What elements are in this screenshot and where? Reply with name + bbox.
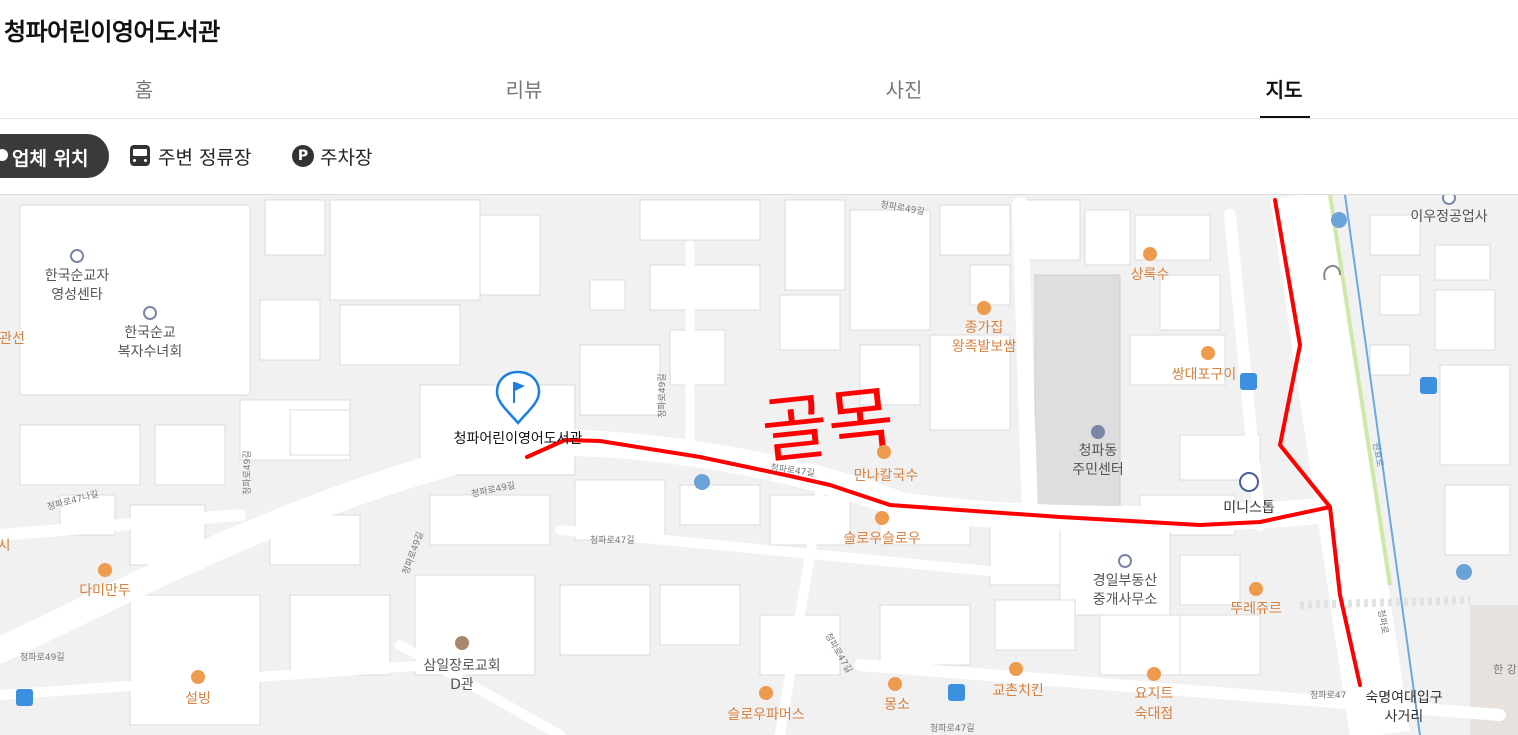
- restaurant-icon: [1009, 662, 1023, 676]
- location-filter-label: 업체 위치: [12, 148, 89, 170]
- poi-label: 쌍대포구이: [1172, 367, 1236, 383]
- cafe-icon: [1147, 667, 1161, 681]
- bus-stop-icon: [1240, 373, 1257, 390]
- parking-map-icon: [1456, 564, 1472, 580]
- parking-filter-button[interactable]: 주차장: [320, 143, 372, 170]
- location-pin-icon: [0, 149, 8, 161]
- bus-icon: [130, 145, 150, 166]
- road-label: 청파로47길: [930, 723, 975, 734]
- road-label: 청파로47: [1310, 690, 1346, 701]
- poi-label: 이우정공업사: [1410, 209, 1487, 225]
- road-label: 청파로49길: [242, 450, 253, 495]
- parking-icon: P: [292, 145, 314, 167]
- poi-label: 종가집: [965, 320, 1004, 336]
- poi-label: 만나칼국수: [854, 468, 919, 484]
- poi-label: 복자수녀회: [118, 344, 182, 360]
- poi-label: 슬로우슬로우: [843, 531, 920, 547]
- public-office-icon: [1091, 425, 1105, 439]
- poi-label: 몽소: [884, 697, 910, 713]
- poi-label: 설빙: [185, 691, 211, 707]
- place-icon: [1442, 195, 1456, 205]
- poi-label: 상록수: [1131, 267, 1170, 283]
- map-filter-bar: 업체 위치 주변 정류장 P 주차장: [0, 119, 1518, 195]
- tab-bar: 홈 리뷰 사진 지도: [0, 62, 1518, 119]
- restaurant-icon: [1143, 247, 1157, 261]
- restaurant-icon: [977, 301, 991, 315]
- poi-label: 슬로우파머스: [727, 707, 804, 723]
- poi-label: 숙명여대입구: [1365, 690, 1442, 706]
- road-label: 청파로49길: [20, 652, 65, 663]
- annotation-alley: 골목: [758, 377, 899, 474]
- poi-label: 사거리: [1385, 709, 1424, 725]
- parking-map-icon: [1331, 212, 1347, 228]
- poi-label: 요지트: [1135, 686, 1174, 702]
- bus-stop-icon: [16, 689, 33, 706]
- poi-label: 청파동: [1079, 443, 1118, 459]
- place-title: 청파어린이영어도서관: [4, 18, 220, 46]
- place-icon: [70, 249, 84, 263]
- restaurant-icon: [1201, 346, 1215, 360]
- poi-label: 왕족발보쌈: [952, 339, 1017, 355]
- poi-label: 중개사무소: [1093, 592, 1158, 608]
- poi-label: 다미만두: [79, 583, 131, 599]
- poi-label: 주민센터: [1072, 462, 1124, 478]
- tab-map[interactable]: 지도: [1244, 74, 1324, 103]
- road-label: 청파로47길: [590, 535, 635, 546]
- poi-label: 시: [0, 538, 10, 554]
- tab-photos[interactable]: 사진: [864, 74, 944, 103]
- bus-stops-filter-button[interactable]: 주변 정류장: [158, 143, 251, 170]
- place-icon: [1118, 554, 1132, 568]
- poi-label: D관: [450, 677, 474, 693]
- store-icon: [1239, 472, 1259, 492]
- main-road: [1270, 195, 1410, 735]
- poi-label: 숙대점: [1135, 706, 1174, 722]
- poi-label: 미니스톱: [1223, 500, 1275, 516]
- bus-stop-icon: [1420, 377, 1437, 394]
- poi-label: 삼일장로교회: [423, 658, 500, 674]
- poi-label: 관선: [0, 331, 25, 347]
- civic-block: [1034, 274, 1121, 516]
- active-tab-indicator: [1260, 116, 1310, 118]
- road-label: 청파로49길: [657, 373, 668, 418]
- poi-label: 한국순교자: [45, 268, 110, 284]
- bus-stop-icon: [948, 684, 965, 701]
- poi-label: 한 강: [1493, 663, 1517, 676]
- poi-label: 영성센타: [51, 287, 103, 303]
- poi-label: 한국순교: [124, 325, 176, 341]
- place-icon: [143, 306, 157, 320]
- restaurant-icon: [98, 563, 112, 577]
- restaurant-icon: [888, 677, 902, 691]
- restaurant-icon: [759, 686, 773, 700]
- cafe-icon: [875, 511, 889, 525]
- poi-label: 뚜레쥬르: [1230, 601, 1282, 617]
- tab-home[interactable]: 홈: [104, 74, 184, 103]
- restaurant-icon: [1249, 582, 1263, 596]
- church-icon: [455, 636, 469, 650]
- poi-label: 경일부동산: [1093, 573, 1158, 589]
- restaurant-icon: [877, 445, 891, 459]
- location-filter-button[interactable]: 업체 위치: [0, 134, 109, 178]
- marker-label: 청파어린이영어도서관: [454, 431, 583, 447]
- restaurant-icon: [191, 670, 205, 684]
- parking-map-icon: [694, 474, 710, 490]
- road-label: 청파로49길: [400, 530, 426, 576]
- map-view[interactable]: 골목 청파어린이영어도서관 한국순교자 영성센타 한국순교 복자수녀회 관선 상…: [0, 195, 1518, 735]
- poi-label: 교촌치킨: [992, 683, 1044, 699]
- tab-reviews[interactable]: 리뷰: [484, 74, 564, 103]
